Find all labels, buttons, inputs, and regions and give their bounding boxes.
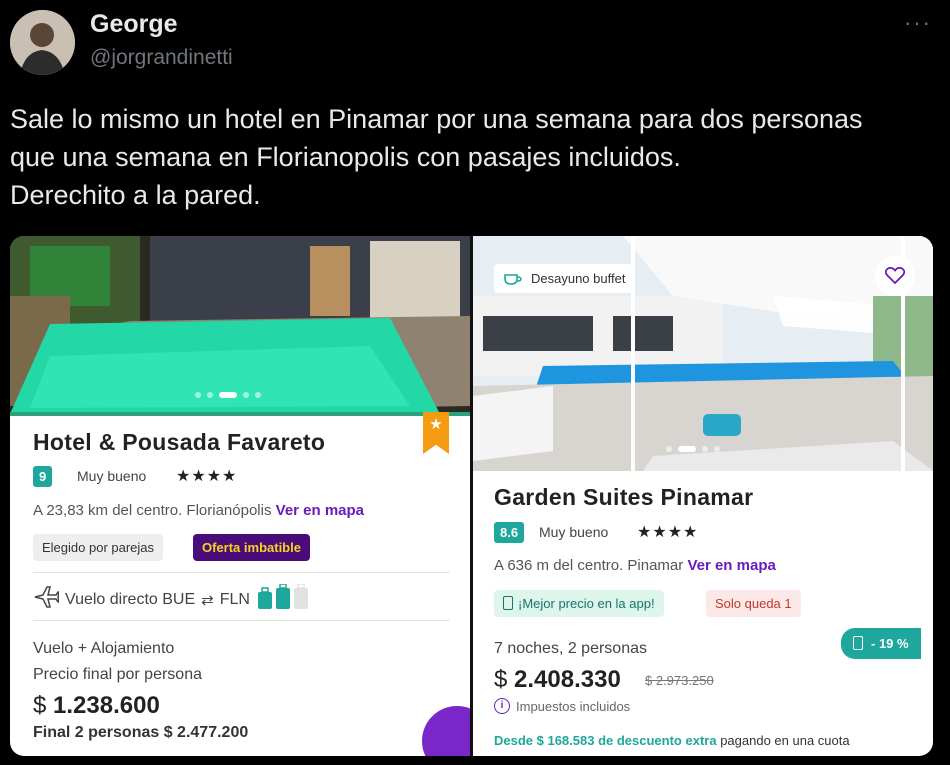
divider [33, 572, 450, 573]
star-rating: ★★★★ [176, 468, 238, 485]
promo-green: Desde $ 168.583 de descuento extra [494, 733, 717, 748]
carousel-dots[interactable] [666, 446, 720, 452]
distance-label: A 636 m del centro. Pinamar [494, 557, 684, 574]
discount-value: - 19 % [871, 636, 909, 651]
package-label: Vuelo + Alojamiento [33, 640, 175, 657]
price-value: 1.238.600 [53, 692, 160, 719]
carousel-dots[interactable] [195, 392, 261, 398]
hotel-photo [10, 236, 470, 416]
old-price: $ 2.973.250 [645, 673, 714, 688]
breakfast-label: Desayuno buffet [531, 271, 626, 286]
hotel-title[interactable]: Hotel & Pousada Favareto [33, 429, 325, 456]
flight-origin: Vuelo directo BUE [65, 590, 196, 608]
breakfast-badge: Desayuno buffet [494, 264, 635, 293]
avatar[interactable] [10, 10, 75, 75]
distance-text: A 23,83 km del centro. Florianópolis Ver… [33, 502, 364, 519]
score-badge: 9 [33, 466, 53, 487]
star-rating: ★★★★ [637, 524, 699, 541]
more-icon[interactable]: ··· [904, 10, 932, 36]
score-badge: 8.6 [494, 522, 525, 543]
bookmark-icon[interactable]: ★ [423, 412, 449, 454]
phone-icon [503, 596, 513, 610]
taxes-label: Impuestos incluidos [516, 698, 631, 714]
distance-label: A 23,83 km del centro. Florianópolis [33, 502, 272, 519]
distance-text: A 636 m del centro. Pinamar Ver en mapa [494, 557, 776, 574]
heart-icon[interactable] [875, 256, 915, 296]
swap-arrows-icon: ⇄ [201, 591, 214, 609]
price: $ 2.408.330 [494, 666, 621, 694]
chat-bubble-icon[interactable] [422, 706, 470, 756]
stay-label: 7 noches, 2 personas [494, 640, 647, 657]
hotel-title[interactable]: Garden Suites Pinamar [494, 484, 753, 511]
map-link[interactable]: Ver en mapa [687, 557, 775, 574]
tweet-text-line: Sale lo mismo un hotel en Pinamar por un… [10, 104, 863, 134]
flight-destination: FLN [219, 590, 250, 608]
phone-icon [853, 636, 863, 650]
hotel-card-garden-suites[interactable]: Desayuno buffet Garden Suites Pinamar 8.… [473, 236, 933, 756]
promo-line: Desde $ 168.583 de descuento extra pagan… [494, 733, 850, 748]
currency: $ [33, 692, 47, 719]
chip-couples: Elegido por parejas [33, 534, 164, 561]
chip-best-price-app: ¡Mejor precio en la app! [494, 590, 664, 617]
currency: $ [494, 666, 508, 693]
tweet-text: Sale lo mismo un hotel en Pinamar por un… [10, 100, 935, 214]
price: $ 1.238.600 [33, 692, 160, 720]
info-icon: i [494, 698, 510, 714]
tweet-media[interactable]: ★ Hotel & Pousada Favareto 9 Muy bueno ★… [10, 236, 933, 756]
chip-deal: Oferta imbatible [193, 534, 310, 561]
divider [33, 620, 450, 621]
app-discount-pill: - 19 % [841, 628, 921, 659]
score-label: Muy bueno [539, 524, 609, 540]
map-link[interactable]: Ver en mapa [276, 502, 364, 519]
total-price: Final 2 personas $ 2.477.200 [33, 724, 249, 741]
score-label: Muy bueno [77, 468, 147, 484]
airplane-icon [33, 586, 60, 613]
luggage-icon [256, 583, 312, 615]
hotel-card-favareto[interactable]: ★ Hotel & Pousada Favareto 9 Muy bueno ★… [10, 236, 470, 756]
chip-best-price-label: ¡Mejor precio en la app! [518, 596, 655, 611]
price-label: Precio final por persona [33, 666, 202, 683]
chip-last-room: Solo queda 1 [706, 590, 801, 617]
tweet-text-line: que una semana en Florianopolis con pasa… [10, 142, 681, 172]
coffee-cup-icon [503, 269, 523, 288]
flight-row: Vuelo directo BUE ⇄ FLN [33, 583, 312, 615]
promo-rest: pagando en una cuota [720, 733, 850, 748]
author-handle[interactable]: @jorgrandinetti [90, 46, 233, 70]
tweet-text-line: Derechito a la pared. [10, 180, 261, 210]
price-value: 2.408.330 [514, 666, 621, 693]
taxes-row: i Impuestos incluidos [494, 698, 630, 714]
author-name[interactable]: George [90, 10, 178, 39]
